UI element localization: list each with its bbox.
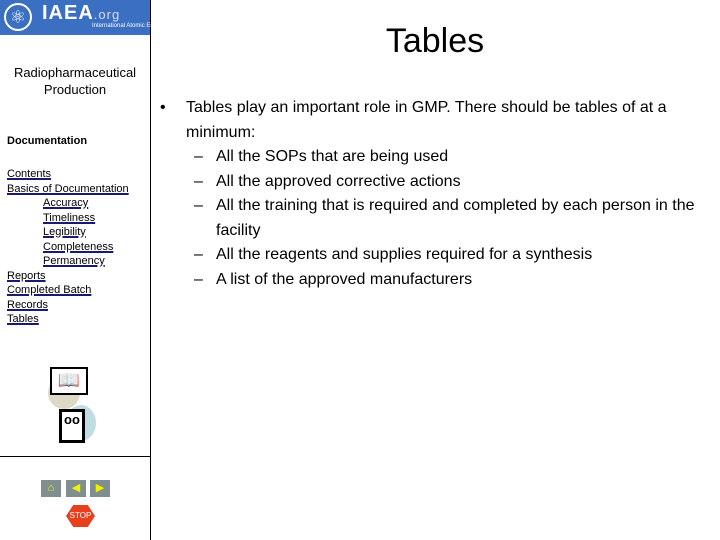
bullet-icon: • xyxy=(160,99,166,116)
iaea-logo: ⚛ IAEA.org International Atomic Energy A… xyxy=(0,0,187,35)
sidebar-link-reports[interactable]: Reports xyxy=(7,269,129,284)
book-document-clipart: 📖 oo xyxy=(48,365,98,445)
back-button[interactable]: ◀ xyxy=(66,480,86,497)
sub-item: – All the training that is required and c… xyxy=(166,194,696,243)
sidebar-link-basics-of-documentation[interactable]: Basics of Documentation xyxy=(7,182,129,197)
sidebar-link-permanency[interactable]: Permanency xyxy=(7,254,129,269)
sidebar-link-completeness[interactable]: Completeness xyxy=(7,240,129,255)
sidebar-link-accuracy[interactable]: Accuracy xyxy=(7,196,129,211)
document-face-icon: oo xyxy=(59,409,85,443)
sub-item: – All the SOPs that are being used xyxy=(166,145,696,170)
back-icon: ◀ xyxy=(71,482,81,494)
logo-name: IAEA xyxy=(42,2,94,24)
next-button[interactable]: ▶ xyxy=(90,480,110,497)
dash-icon: – xyxy=(194,172,203,190)
atom-emblem-icon: ⚛ xyxy=(4,3,32,31)
divider xyxy=(0,456,150,457)
sidebar-link-completed-batch[interactable]: Completed Batch xyxy=(7,283,129,298)
sidebar-link-tables[interactable]: Tables xyxy=(7,312,129,327)
sidebar-link-contents[interactable]: Contents xyxy=(7,167,129,182)
sidebar-link-legibility[interactable]: Legibility xyxy=(7,225,129,240)
dash-icon: – xyxy=(194,148,203,165)
sidebar-link-timeliness[interactable]: Timeliness xyxy=(7,211,129,226)
next-icon: ▶ xyxy=(95,482,105,494)
home-button[interactable]: ⌂ xyxy=(41,480,61,497)
sidebar: ⚛ IAEA.org International Atomic Energy A… xyxy=(0,0,187,540)
sub-list: – All the SOPs that are being used – All th… xyxy=(166,145,696,292)
logo-domain: .org xyxy=(93,7,121,22)
sub-item: – A list of the approved manufacturers xyxy=(166,268,696,293)
dash-icon: – xyxy=(194,246,203,263)
stop-button[interactable]: STOP xyxy=(66,505,95,527)
bullet-item: • Tables play an important role in GMP. T… xyxy=(160,96,696,145)
book-icon: 📖 xyxy=(50,367,88,395)
dash-icon: – xyxy=(194,270,203,288)
sub-item: – All the approved corrective actions xyxy=(166,170,696,195)
slide-content: • Tables play an important role in GMP. T… xyxy=(160,96,696,292)
sub-item: – All the reagents and supplies required … xyxy=(166,243,696,268)
home-icon: ⌂ xyxy=(47,482,55,494)
sidebar-links: Contents Basics of Documentation Accuracy T… xyxy=(7,167,129,327)
dash-icon: – xyxy=(194,197,203,214)
course-title: Radiopharmaceutical Production xyxy=(13,65,137,97)
slide-title: Tables xyxy=(385,22,485,60)
sidebar-link-records[interactable]: Records xyxy=(7,298,129,313)
section-title: Documentation xyxy=(7,135,88,147)
